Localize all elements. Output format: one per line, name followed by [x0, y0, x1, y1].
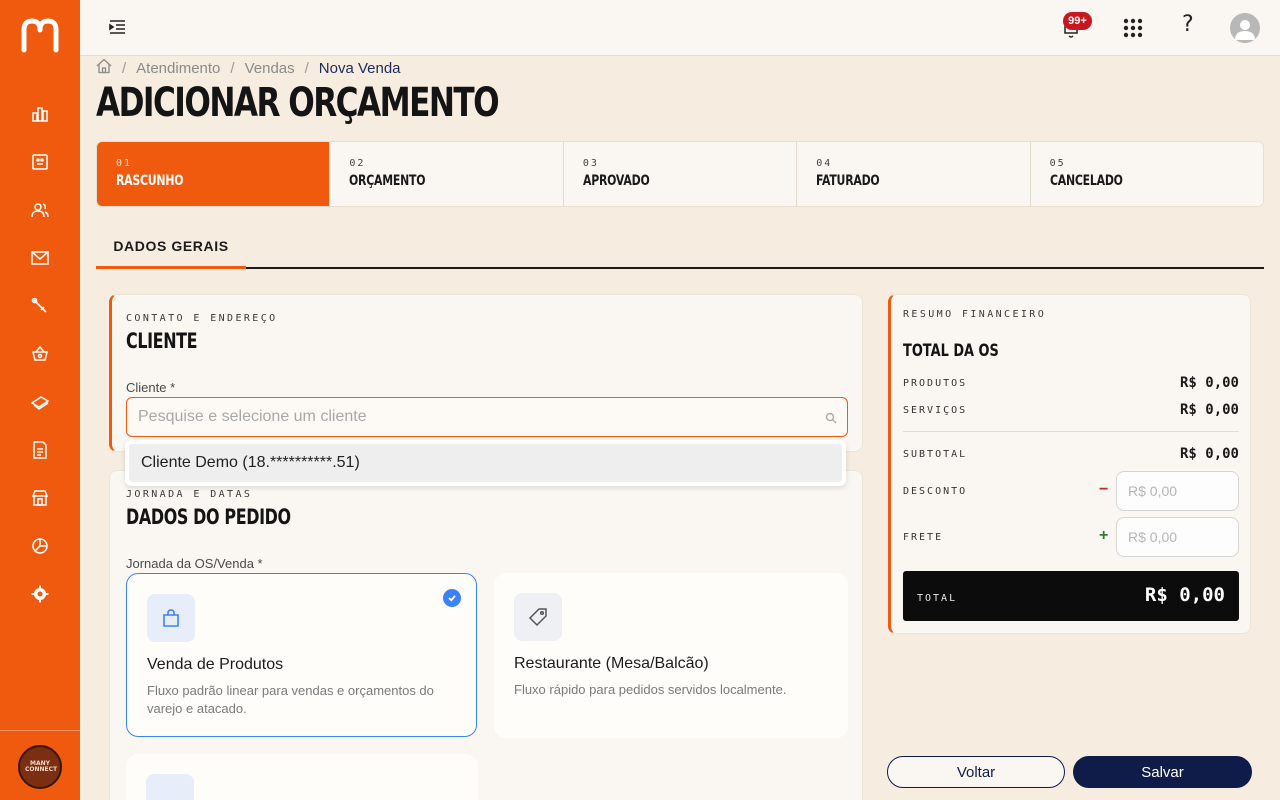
bar-chart-icon[interactable]	[28, 102, 52, 126]
wrench-icon[interactable]	[28, 294, 52, 318]
produtos-value: R$ 0,00	[1179, 375, 1239, 391]
back-button[interactable]: Voltar	[887, 756, 1065, 788]
step-number: 05	[1049, 158, 1066, 169]
client-option[interactable]: Cliente Demo (18.**********.51)	[129, 444, 842, 482]
status-stepper: 01 RASCUNHO 02 ORÇAMENTO 03 APROVADO 04 …	[96, 141, 1264, 207]
active-tab-indicator	[96, 266, 246, 269]
plus-sign: +	[1099, 527, 1109, 544]
produtos-row: PRODUTOS R$ 0,00	[903, 373, 1239, 393]
store-icon[interactable]	[28, 486, 52, 510]
id-card-icon[interactable]	[28, 150, 52, 174]
journey-description: Fluxo rápido para pedidos servidos local…	[514, 682, 787, 697]
step-label: ORÇAMENTO	[349, 173, 426, 189]
step-label: FATURADO	[816, 173, 880, 189]
frete-input[interactable]: R$ 0,00	[1116, 517, 1239, 557]
breadcrumb-atendimento[interactable]: Atendimento	[136, 60, 220, 77]
total-label: TOTAL	[917, 593, 958, 604]
journey-title: Restaurante (Mesa/Balcão)	[514, 655, 709, 672]
client-dropdown: Cliente Demo (18.**********.51)	[125, 440, 846, 486]
step-number: 03	[582, 158, 599, 169]
journey-option-restaurante[interactable]: Restaurante (Mesa/Balcão) Fluxo rápido p…	[494, 573, 848, 738]
servicos-value: R$ 0,00	[1179, 402, 1239, 418]
order-eyebrow: JORNADA E DATAS	[126, 489, 253, 500]
step-number: 02	[349, 158, 366, 169]
breadcrumb: / Atendimento / Vendas / Nova Venda	[96, 58, 401, 78]
frete-label: FRETE	[903, 531, 944, 543]
order-heading: DADOS DO PEDIDO	[126, 505, 291, 529]
journey-icon	[146, 774, 194, 800]
journey-option-venda[interactable]: Venda de Produtos Fluxo padrão linear pa…	[126, 573, 477, 737]
topbar: 99+ ?	[80, 0, 1280, 56]
users-icon[interactable]	[28, 198, 52, 222]
step-number: 01	[116, 158, 133, 169]
breadcrumb-current: Nova Venda	[318, 59, 401, 77]
journey-option-third[interactable]	[126, 754, 478, 800]
help-icon[interactable]: ?	[1182, 12, 1202, 40]
step-orcamento[interactable]: 02 ORÇAMENTO	[330, 142, 564, 206]
step-number: 04	[816, 158, 833, 169]
financial-title: TOTAL DA OS	[903, 341, 999, 361]
m-logo-icon[interactable]	[20, 16, 60, 54]
tab-dados-gerais[interactable]: DADOS GERAIS	[96, 228, 246, 269]
client-placeholder: Pesquise e selecione um cliente	[138, 408, 367, 425]
subtotal-row: SUBTOTAL R$ 0,00	[903, 444, 1239, 464]
home-icon[interactable]	[96, 58, 112, 78]
step-label: APROVADO	[582, 173, 650, 189]
total-value: R$ 0,00	[1144, 584, 1225, 606]
financial-divider	[903, 431, 1239, 432]
step-aprovado[interactable]: 03 APROVADO	[564, 142, 798, 206]
basket-icon[interactable]	[28, 342, 52, 366]
save-button[interactable]: Salvar	[1073, 756, 1252, 788]
tag-icon	[514, 593, 562, 641]
client-eyebrow: CONTATO E ENDEREÇO	[126, 313, 278, 324]
search-icon	[825, 411, 837, 424]
client-search-input[interactable]: Pesquise e selecione um cliente	[126, 397, 848, 437]
step-label: CANCELADO	[1049, 173, 1123, 189]
step-rascunho[interactable]: 01 RASCUNHO	[97, 142, 331, 206]
desconto-input[interactable]: R$ 0,00	[1116, 471, 1239, 511]
gear-icon[interactable]	[28, 582, 52, 606]
user-avatar[interactable]	[1230, 13, 1260, 43]
check-circle-icon	[443, 589, 461, 607]
tab-bar: DADOS GERAIS	[96, 228, 1264, 269]
step-cancelado[interactable]: 05 CANCELADO	[1031, 142, 1263, 206]
subtotal-value: R$ 0,00	[1179, 446, 1239, 462]
notification-badge: 99+	[1063, 12, 1092, 30]
page-title: ADICIONAR ORÇAMENTO	[96, 80, 500, 126]
document-icon[interactable]	[28, 438, 52, 462]
org-badge-text: MANY CONNECT	[25, 760, 58, 773]
money-icon[interactable]	[28, 390, 52, 414]
mail-icon[interactable]	[28, 246, 52, 270]
frete-row: FRETE	[903, 527, 1083, 547]
sidebar-divider	[0, 730, 80, 731]
journey-description: Fluxo padrão linear para vendas e orçame…	[147, 683, 434, 716]
client-field-label: Cliente *	[126, 380, 176, 395]
step-faturado[interactable]: 04 FATURADO	[797, 142, 1031, 206]
journey-field-label: Jornada da OS/Venda *	[126, 556, 263, 571]
sidebar: MANY CONNECT	[0, 0, 80, 800]
breadcrumb-vendas[interactable]: Vendas	[245, 60, 295, 77]
shopping-bag-icon	[147, 594, 195, 642]
financial-eyebrow: RESUMO FINANCEIRO	[903, 309, 1047, 320]
financial-summary-card: RESUMO FINANCEIRO TOTAL DA OS PRODUTOS R…	[888, 294, 1251, 634]
menu-toggle-icon[interactable]	[108, 16, 128, 38]
journey-title: Venda de Produtos	[147, 656, 284, 673]
servicos-label: SERVIÇOS	[903, 404, 968, 416]
client-card: CONTATO E ENDEREÇO CLIENTE Cliente * Pes…	[109, 294, 863, 452]
apps-grid-icon[interactable]	[1123, 18, 1143, 38]
minus-sign: −	[1099, 481, 1109, 498]
desconto-row: DESCONTO	[903, 481, 1083, 501]
client-heading: CLIENTE	[126, 329, 198, 353]
org-avatar[interactable]: MANY CONNECT	[18, 745, 62, 789]
total-box: TOTAL R$ 0,00	[903, 571, 1239, 621]
step-label: RASCUNHO	[116, 173, 184, 189]
order-card: JORNADA E DATAS DADOS DO PEDIDO Jornada …	[109, 470, 863, 800]
subtotal-label: SUBTOTAL	[903, 448, 968, 460]
produtos-label: PRODUTOS	[903, 377, 968, 389]
desconto-label: DESCONTO	[903, 485, 968, 497]
servicos-row: SERVIÇOS R$ 0,00	[903, 400, 1239, 420]
pie-chart-icon[interactable]	[28, 534, 52, 558]
